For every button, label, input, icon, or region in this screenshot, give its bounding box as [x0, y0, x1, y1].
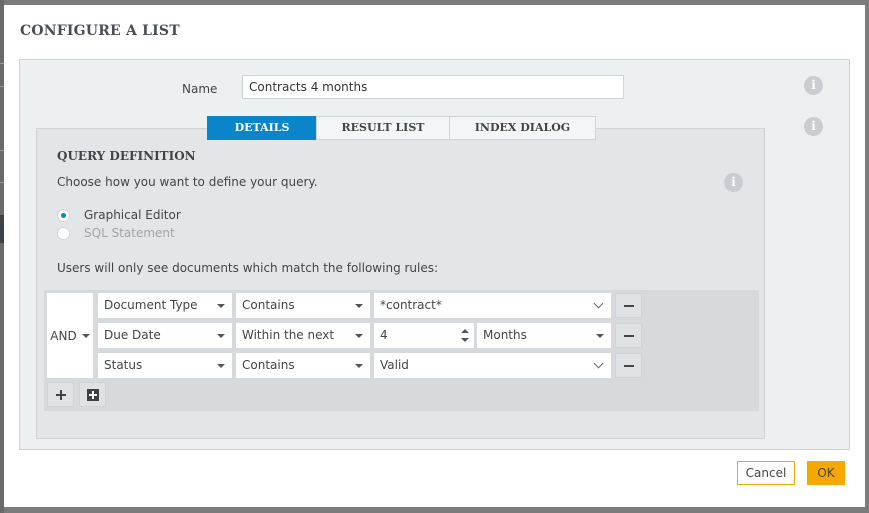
add-rule-button[interactable] [47, 382, 74, 407]
value-text: Valid [380, 358, 409, 372]
add-group-button[interactable] [79, 382, 106, 407]
spin-down-icon[interactable] [461, 338, 469, 342]
details-panel: QUERY DEFINITION Choose how you want to … [36, 128, 765, 439]
cancel-button[interactable]: Cancel [737, 461, 795, 485]
info-icon[interactable]: i [804, 117, 823, 136]
radio-sql-statement[interactable]: SQL Statement [57, 226, 175, 240]
operator-label: AND [50, 328, 77, 343]
caret-down-icon [355, 364, 363, 368]
plus-square-icon [87, 389, 99, 401]
radio-button[interactable] [57, 226, 70, 240]
field-value: Document Type [104, 298, 198, 312]
name-input[interactable] [242, 75, 624, 99]
rules-editor: AND Document Type Contains *contract* Du… [44, 290, 759, 411]
condition-value: Contains [242, 358, 295, 372]
caret-down-icon [355, 304, 363, 308]
configure-list-dialog: CONFIGURE A LIST Name i i QUERY DEFINITI… [4, 5, 865, 507]
value-combobox[interactable]: Valid [374, 353, 611, 378]
caret-down-icon [217, 304, 225, 308]
tab-result-list[interactable]: RESULT LIST [316, 116, 450, 140]
tab-index-dialog[interactable]: INDEX DIALOG [449, 116, 596, 140]
field-value: Status [104, 358, 143, 372]
condition-value: Contains [242, 298, 295, 312]
chevron-down-icon [593, 358, 604, 369]
dialog-title: CONFIGURE A LIST [20, 23, 180, 39]
value-combobox[interactable]: *contract* [374, 293, 611, 318]
condition-select[interactable]: Contains [236, 353, 370, 378]
field-select[interactable]: Document Type [98, 293, 232, 318]
unit-value: Months [483, 328, 527, 342]
query-definition-title: QUERY DEFINITION [57, 149, 196, 163]
radio-graphical-editor[interactable]: Graphical Editor [57, 208, 181, 222]
info-icon[interactable]: i [804, 76, 823, 95]
radio-label: Graphical Editor [84, 208, 181, 222]
field-select[interactable]: Due Date [98, 323, 232, 348]
rules-description: Users will only see documents which matc… [57, 261, 439, 275]
field-select[interactable]: Status [98, 353, 232, 378]
remove-rule-button[interactable] [615, 353, 642, 378]
radio-label: SQL Statement [84, 226, 175, 240]
tab-details[interactable]: DETAILS [207, 116, 317, 140]
condition-select[interactable]: Contains [236, 293, 370, 318]
tab-bar: DETAILS RESULT LIST INDEX DIALOG [207, 116, 596, 140]
caret-down-icon [81, 333, 90, 338]
caret-down-icon [217, 334, 225, 338]
remove-rule-button[interactable] [615, 293, 642, 318]
field-value: Due Date [104, 328, 161, 342]
condition-value: Within the next [242, 328, 335, 342]
name-label: Name [182, 82, 218, 96]
remove-rule-button[interactable] [615, 323, 642, 348]
condition-select[interactable]: Within the next [236, 323, 370, 348]
list-config-panel: Name i i QUERY DEFINITION Choose how you… [19, 59, 850, 450]
operator-select[interactable]: AND [47, 293, 93, 378]
chevron-down-icon [593, 298, 604, 309]
caret-down-icon [217, 364, 225, 368]
ok-button[interactable]: OK [807, 461, 845, 485]
value-text: *contract* [380, 298, 442, 312]
unit-select[interactable]: Months [477, 323, 611, 348]
spin-up-icon[interactable] [461, 329, 469, 333]
radio-button[interactable] [57, 208, 70, 222]
number-value: 4 [380, 328, 388, 342]
info-icon[interactable]: i [724, 173, 743, 192]
plus-icon [56, 390, 66, 400]
caret-down-icon [355, 334, 363, 338]
caret-down-icon [596, 334, 604, 338]
number-stepper[interactable]: 4 [374, 323, 474, 348]
query-definition-description: Choose how you want to define your query… [57, 175, 318, 189]
